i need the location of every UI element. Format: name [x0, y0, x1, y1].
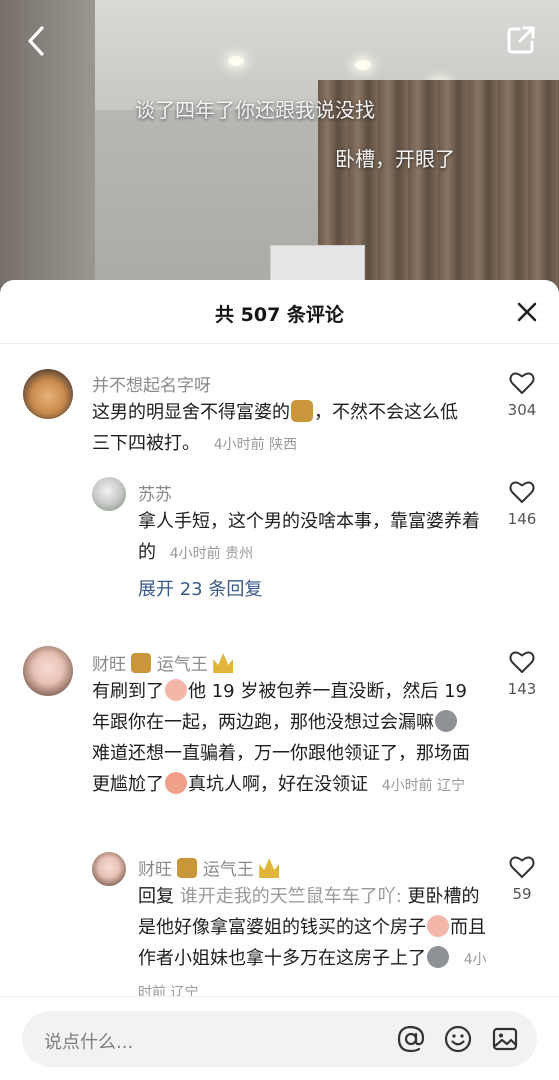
comment-count-title: 共 507 条评论: [215, 304, 344, 326]
comment-text: 这男的明显舍不得富婆的 ，不然不会这么低三下四被打。 4小时前 陕西: [92, 397, 472, 461]
image-icon: [492, 1027, 518, 1051]
heart-icon: [509, 372, 535, 394]
like-button[interactable]: 59: [502, 855, 542, 903]
username-part: 运气王: [202, 860, 254, 880]
like-count: 146: [507, 510, 537, 528]
money-bag-badge-icon: [131, 653, 152, 673]
comment-text-part: 真坑人啊，好在没领证: [188, 774, 368, 795]
comment-text: 回复 谁开走我的天竺鼠车车了吖: 更卧槽的是他好像拿富婆姐的钱买的这个房子 而且作…: [138, 881, 488, 997]
heart-icon: [509, 856, 535, 878]
awkward-face-emoji-icon: [165, 772, 187, 794]
share-button[interactable]: [505, 24, 537, 56]
avatar[interactable]: [92, 852, 126, 886]
comment-meta: 4小时前 贵州: [169, 546, 254, 562]
comment-username[interactable]: 并不想起名字呀: [92, 371, 211, 396]
reply-target-username[interactable]: 谁开走我的天竺鼠车车了吖:: [180, 886, 402, 907]
close-icon: [517, 302, 537, 322]
crown-badge-icon: [259, 858, 280, 878]
comment-item: 苏苏 拿人手短，这个男的没啥本事，靠富婆养着的 4小时前 贵州 146 展开 2…: [0, 465, 559, 600]
reply-prefix: 回复: [138, 886, 174, 907]
comment-text-part: 这男的明显舍不得富婆的: [92, 402, 290, 423]
avatar[interactable]: [92, 477, 126, 511]
crown-badge-icon: [213, 653, 234, 673]
mention-button[interactable]: [396, 1024, 426, 1054]
heart-icon: [509, 481, 535, 503]
comment-meta: 4小时前 辽宁: [381, 778, 466, 794]
avatar[interactable]: [23, 369, 73, 419]
video-caption: 卧槽，开眼了: [335, 147, 455, 171]
comment-panel: 共 507 条评论 并不想起名字呀 这男的明显舍不得富婆的 ，不然不会这么低三下四…: [0, 280, 559, 1080]
comment-item: 并不想起名字呀 这男的明显舍不得富婆的 ，不然不会这么低三下四被打。 4小时前 陕…: [0, 345, 559, 465]
poop-emoji-icon: [427, 946, 449, 968]
share-icon: [507, 26, 535, 54]
like-button[interactable]: 143: [502, 650, 542, 698]
money-bag-emoji-icon: [291, 400, 313, 422]
heart-icon: [509, 651, 535, 673]
comment-input-bar: 说点什么...: [0, 996, 559, 1080]
comment-text: 有刷到了他 19 岁被包养一直没断，然后 19 年跟你在一起，两边跑，那他没想过…: [92, 676, 472, 802]
comment-list: 并不想起名字呀 这男的明显舍不得富婆的 ，不然不会这么低三下四被打。 4小时前 陕…: [0, 345, 559, 997]
comment-item: 财旺 运气王 回复 谁开走我的天竺鼠车车了吖: 更卧槽的是他好像拿富婆姐的钱买的…: [0, 840, 559, 997]
image-button[interactable]: [490, 1024, 520, 1054]
comment-input[interactable]: 说点什么...: [22, 1011, 537, 1067]
like-button[interactable]: 146: [502, 480, 542, 528]
back-button[interactable]: [22, 24, 52, 58]
expand-replies-link[interactable]: 展开 23 条回复: [138, 575, 262, 601]
comment-text: 拿人手短，这个男的没啥本事，靠富婆养着的 4小时前 贵州: [138, 506, 488, 570]
comment-username[interactable]: 财旺 运气王: [92, 650, 234, 675]
comment-username[interactable]: 财旺 运气王: [138, 855, 280, 880]
close-button[interactable]: [515, 300, 539, 324]
username-part: 财旺: [92, 655, 126, 675]
chevron-left-icon: [28, 26, 44, 56]
comment-text-part: 有刷到了: [92, 681, 164, 702]
emoji-button[interactable]: [443, 1024, 473, 1054]
comment-input-placeholder: 说点什么...: [44, 1032, 134, 1053]
ceiling-light: [228, 56, 244, 66]
crying-face-emoji-icon: [165, 679, 187, 701]
comment-username[interactable]: 苏苏: [138, 480, 172, 505]
comment-meta: 4小时前 陕西: [213, 437, 298, 453]
ceiling-light: [355, 60, 371, 70]
money-bag-badge-icon: [177, 858, 198, 878]
like-count: 143: [507, 680, 537, 698]
like-button[interactable]: 304: [502, 371, 542, 419]
like-count: 59: [512, 885, 532, 903]
username-part: 运气王: [156, 655, 208, 675]
at-sign-icon: [397, 1025, 425, 1053]
username-part: 财旺: [138, 860, 172, 880]
video-background: 谈了四年了你还跟我说没找 卧槽，开眼了: [0, 0, 559, 300]
panel-header: 共 507 条评论: [0, 280, 559, 344]
poop-emoji-icon: [435, 710, 457, 732]
crying-face-emoji-icon: [427, 915, 449, 937]
smiley-icon: [444, 1025, 472, 1053]
like-count: 304: [507, 401, 537, 419]
comment-item: 财旺 运气王 有刷到了他 19 岁被包养一直没断，然后 19 年跟你在一起，两边…: [0, 630, 559, 840]
video-caption: 谈了四年了你还跟我说没找: [135, 98, 375, 122]
avatar[interactable]: [23, 646, 73, 696]
